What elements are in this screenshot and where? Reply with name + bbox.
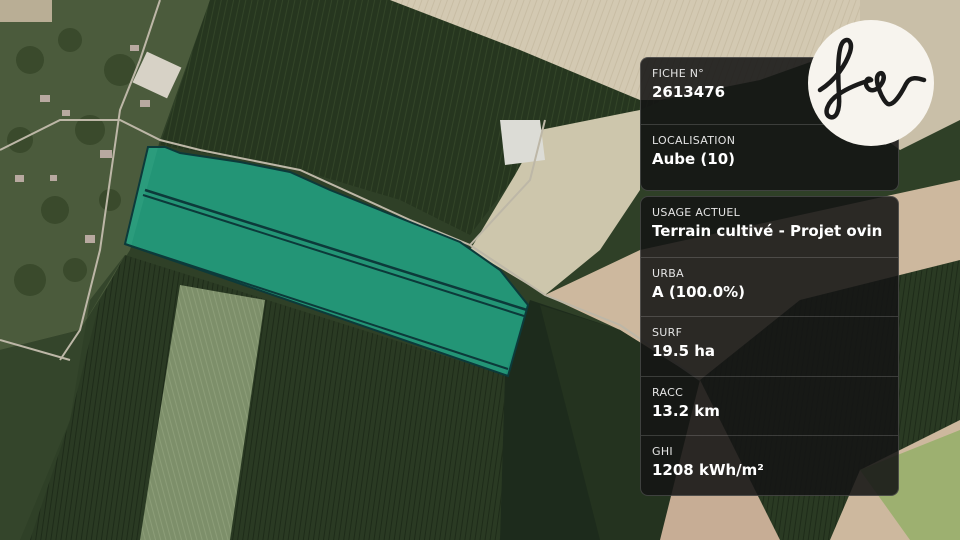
usage-row: USAGE ACTUEL Terrain cultivé - Projet ov… [641, 197, 898, 257]
usage-label: USAGE ACTUEL [652, 206, 741, 219]
farm-yard [500, 120, 545, 165]
fs-monogram-logo-icon [808, 20, 934, 146]
surf-label: SURF [652, 326, 683, 340]
localisation-value: Aube (10) [652, 150, 736, 168]
surf-row: SURF 19.5 ha [641, 316, 898, 376]
urba-label: URBA [652, 266, 684, 280]
ghi-label: GHI [652, 445, 673, 459]
usage-value: Terrain cultivé - Projet ovin [652, 222, 883, 240]
urba-row: URBA A (100.0%) [641, 256, 898, 317]
corner-field [0, 0, 52, 22]
ghi-row: GHI 1208 kWh/m² [641, 435, 898, 495]
ghi-value: 1208 kWh/m² [652, 461, 764, 480]
urba-value: A (100.0%) [652, 282, 746, 301]
details-card: USAGE ACTUEL Terrain cultivé - Projet ov… [640, 196, 899, 496]
racc-label: RACC [652, 385, 684, 399]
racc-value: 13.2 km [652, 401, 720, 420]
surf-value: 19.5 ha [652, 342, 716, 361]
racc-row: RACC 13.2 km [641, 375, 898, 436]
